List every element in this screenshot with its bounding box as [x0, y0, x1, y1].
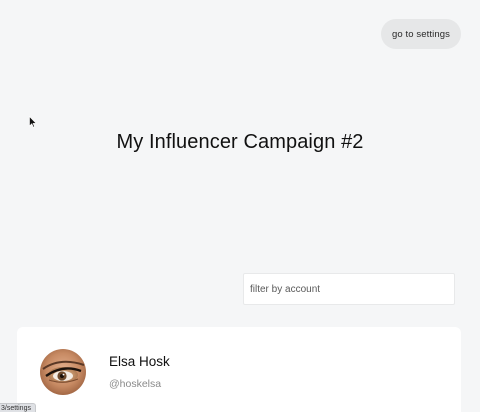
account-card[interactable]: Elsa Hosk @hoskelsa: [17, 327, 461, 412]
avatar-photo-eye-makeup-icon: [40, 349, 86, 395]
page: go to settings My Influencer Campaign #2: [0, 0, 480, 412]
avatar: [40, 349, 86, 395]
status-bar-link-preview: 3/settings: [0, 403, 36, 412]
account-name: Elsa Hosk: [109, 354, 170, 369]
page-title: My Influencer Campaign #2: [116, 131, 364, 153]
account-handle: @hoskelsa: [109, 378, 162, 390]
filter-by-account-input[interactable]: [243, 273, 455, 305]
go-to-settings-button[interactable]: go to settings: [381, 19, 461, 49]
mouse-cursor-icon: [29, 116, 37, 128]
